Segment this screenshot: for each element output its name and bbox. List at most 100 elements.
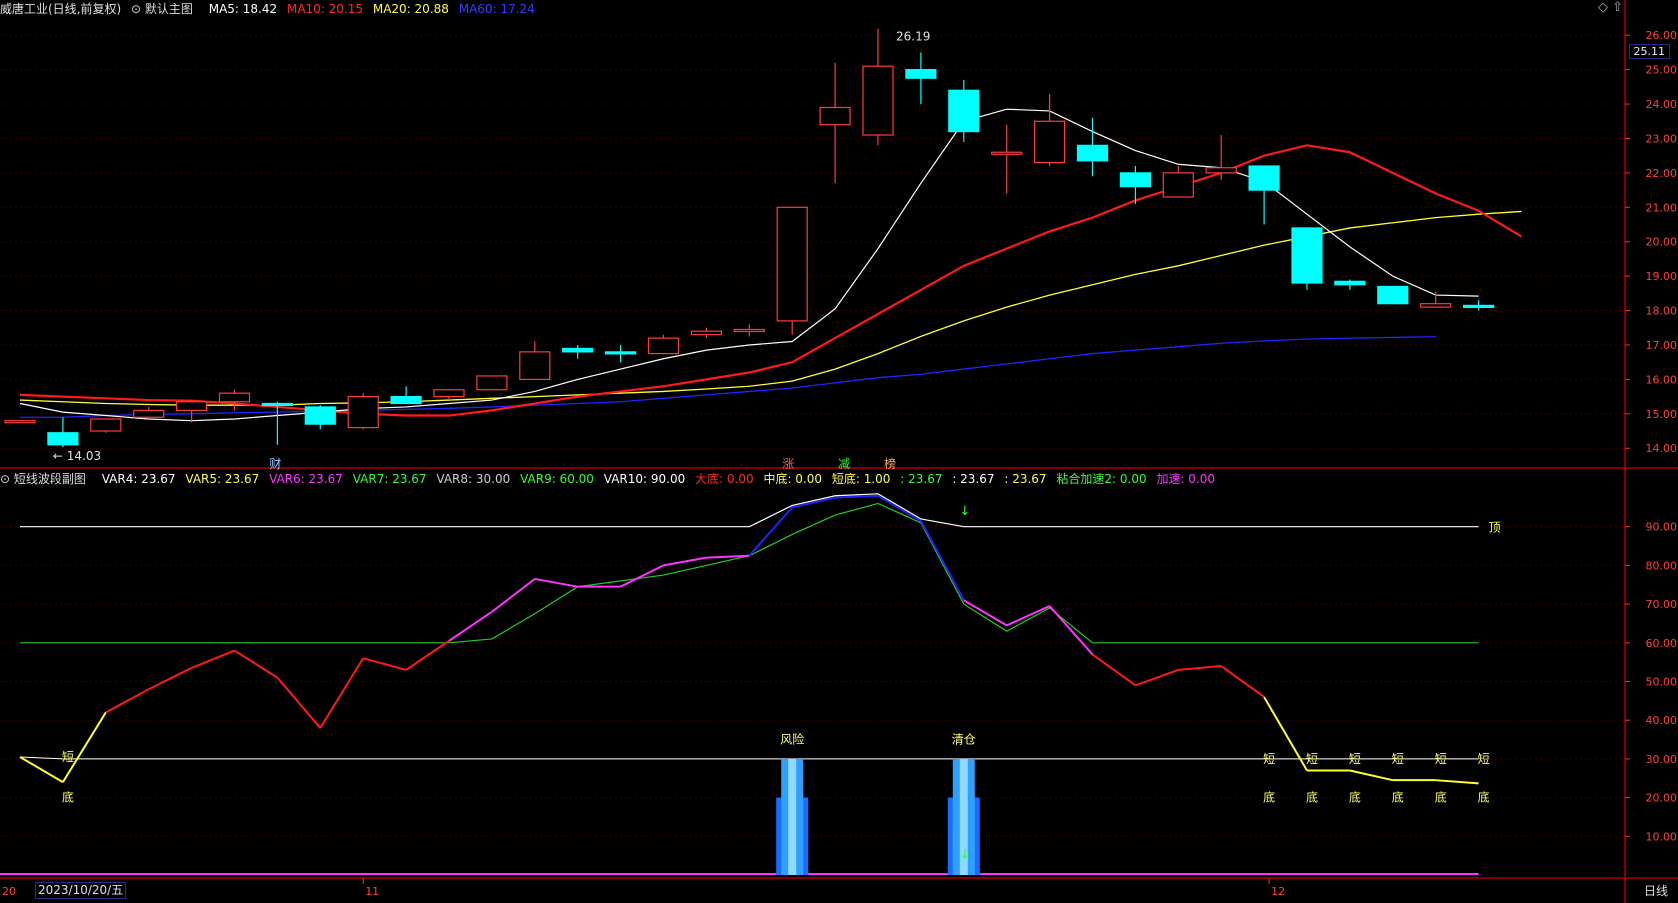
indicator-selector[interactable]: ⊙ 短线波段副图 <box>0 472 92 486</box>
var-main-segment <box>877 494 922 522</box>
template-selector[interactable]: ⊙ 默认主图 <box>131 2 199 16</box>
signal-label-qingcang: 清仓 <box>952 732 976 746</box>
x-axis-label: 20 <box>2 885 16 898</box>
candle-body <box>4 420 36 424</box>
var-main-segment <box>1435 779 1479 785</box>
price-tick-label: 18.00 <box>1646 305 1678 318</box>
x-axis-label: 11 <box>365 885 379 898</box>
bottom-label: 底 <box>1435 790 1447 805</box>
x-axis-label: 12 <box>1271 885 1285 898</box>
scroll-up-icon[interactable]: ⇧ <box>1612 0 1623 15</box>
candle-body <box>1377 285 1409 305</box>
candle-body <box>433 389 465 398</box>
var-main-segment <box>748 506 793 557</box>
candle-body <box>519 351 551 380</box>
bottom-label: 底 <box>62 790 74 805</box>
duandi-value: 短底: 1.00 <box>831 472 891 486</box>
sub-value-1: : 23.67 <box>900 472 943 486</box>
candle-body <box>1076 144 1109 162</box>
var8-value: VAR8: 30.00 <box>436 472 511 486</box>
candle-body <box>390 396 422 405</box>
sub-value-2: : 23.67 <box>952 472 995 486</box>
ma20-value: MA20: 20.88 <box>372 2 449 16</box>
sub-value-3: : 23.67 <box>1004 472 1047 486</box>
var8-line <box>19 756 1479 760</box>
dadi-value: 大底: 0.00 <box>695 472 754 486</box>
event-marker-cai: 财 <box>269 457 281 471</box>
price-tick-label: 17.00 <box>1646 339 1678 352</box>
candle-body <box>733 328 765 333</box>
var-main-segment <box>491 578 536 613</box>
short-label: 短 <box>1392 752 1404 766</box>
stock-title[interactable]: 威唐工业(日线,前复权) <box>0 2 121 16</box>
candle-body <box>1162 172 1194 198</box>
price-tick-label: 20.00 <box>1646 236 1678 249</box>
crosshair-date: 2023/10/20/五 <box>35 882 127 899</box>
sub-tick-label: 20.00 <box>1646 792 1678 805</box>
price-tick-label: 21.00 <box>1646 201 1678 214</box>
candle-body <box>90 418 122 432</box>
price-tick-label: 25.00 <box>1646 64 1678 77</box>
candle-body <box>47 432 79 446</box>
var-main-segment <box>233 649 278 679</box>
candle-body <box>218 392 251 403</box>
top-label: 顶 <box>1489 521 1501 535</box>
sub-tick-label: 70.00 <box>1646 598 1678 611</box>
diamond-icon[interactable]: ◇ <box>1598 0 1608 15</box>
var-main-segment <box>319 657 365 729</box>
candle-body <box>819 106 851 126</box>
candle-body <box>604 351 637 355</box>
price-tick-label: 22.00 <box>1646 167 1678 180</box>
var-main-segment <box>448 611 493 642</box>
event-marker-jian: 减 <box>838 457 850 471</box>
jiasu-value: 加速: 0.00 <box>1156 472 1216 486</box>
price-tick-label: 24.00 <box>1646 98 1678 111</box>
var9-line <box>20 502 1479 644</box>
current-price-tag: 25.11 <box>1628 44 1670 59</box>
candle-body <box>304 406 336 425</box>
candle-body <box>991 151 1023 155</box>
short-label: 短 <box>1435 752 1447 766</box>
var10-line <box>20 493 1479 528</box>
var6-value: VAR6: 23.67 <box>269 472 343 486</box>
candle-body <box>476 375 508 391</box>
candle-body <box>562 347 594 353</box>
price-tick-label: 15.00 <box>1646 408 1678 421</box>
var-main-segment <box>405 640 450 671</box>
period-button[interactable]: 日线 <box>1644 882 1668 899</box>
var-main-segment <box>191 649 235 669</box>
sell-arrow-icon: ↓ <box>959 848 970 863</box>
bottom-label: 底 <box>1478 790 1490 805</box>
candle-body <box>690 330 723 336</box>
short-label: 短 <box>1478 752 1490 766</box>
high-price-label: 26.19 <box>896 30 930 44</box>
var-main-segment <box>1006 605 1051 627</box>
candle-body <box>1248 165 1280 191</box>
candle-body <box>1462 304 1495 308</box>
price-tick-label: 16.00 <box>1646 373 1678 386</box>
price-tick-label: 23.00 <box>1646 132 1678 145</box>
var-main-segment <box>362 657 407 671</box>
var-main-segment <box>1178 665 1222 671</box>
var-main-segment <box>105 688 150 714</box>
sub-tick-label: 50.00 <box>1646 676 1678 689</box>
candle-body <box>647 337 680 355</box>
bottom-label: 底 <box>1263 790 1275 805</box>
sub-tick-label: 80.00 <box>1646 559 1678 572</box>
zhongdi-value: 中底: 0.00 <box>763 472 823 486</box>
var-main-segment <box>1135 668 1179 687</box>
ma5-value: MA5: 18.42 <box>208 2 278 16</box>
var-main-segment <box>19 756 64 783</box>
sell-arrow-icon: ↓ <box>959 504 970 519</box>
candle-body <box>347 396 379 429</box>
var-main-segment <box>148 667 193 691</box>
candle-body <box>1119 172 1152 188</box>
short-label: 短 <box>62 750 74 764</box>
candle-body <box>1334 280 1366 286</box>
short-label: 短 <box>1306 752 1318 766</box>
chart-canvas[interactable]: 26.00 25.00 24.00 23.00 22.00 21.00 20.00 19.00… <box>0 0 1678 903</box>
ma10-value: MA10: 20.15 <box>286 2 364 16</box>
short-label: 短 <box>1349 752 1361 766</box>
var-main-segment <box>62 711 107 783</box>
candle-body <box>1205 167 1237 174</box>
